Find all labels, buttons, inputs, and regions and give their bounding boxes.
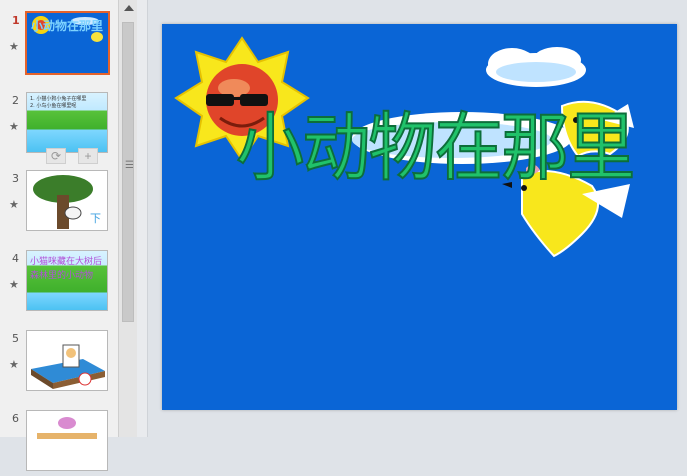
slide-number: 2 (12, 94, 19, 107)
thumbnail-label: 下 (90, 212, 101, 225)
slide-thumbnail-row-4[interactable]: 4 ★ 小猫咪藏在大树后 森林里的小动物 (0, 250, 118, 316)
slide-thumbnail-pane: 1 ★ 小动物在那里 2 ★ 1. 小猫小狗小兔子在哪里 2. 小鸟小鱼在哪里呢… (0, 0, 118, 471)
star-icon[interactable]: ★ (9, 42, 19, 53)
slide-title[interactable]: 小动物在那里 (235, 88, 636, 208)
animal-icon (37, 417, 97, 439)
slide-thumbnail[interactable] (26, 410, 108, 471)
slide-thumbnail[interactable]: 小动物在那里 (25, 11, 110, 75)
scrollbar-thumb[interactable]: ☰ (122, 22, 134, 322)
scroll-up-icon[interactable] (124, 5, 134, 11)
slide-number: 4 (12, 252, 19, 265)
copy-icon[interactable]: ⟳ (46, 148, 66, 164)
slide-artwork (174, 36, 634, 258)
star-icon[interactable]: ★ (9, 122, 19, 133)
pane-splitter[interactable] (137, 0, 148, 437)
thumbnail-text-line: 2. 小鸟小鱼在哪里呢 (30, 103, 77, 109)
slide-number: 1 (12, 14, 20, 27)
thumbnail-text-line: 小猫咪藏在大树后 (30, 257, 103, 267)
slide-canvas[interactable]: 小动物在那里 (162, 24, 677, 410)
slide-thumbnail[interactable]: 下 (26, 170, 108, 231)
slide-number: 3 (12, 172, 19, 185)
slide-thumbnail[interactable]: 小猫咪藏在大树后 森林里的小动物 (26, 250, 108, 311)
slide-thumbnail[interactable] (26, 330, 108, 391)
cloud-icon (486, 47, 586, 87)
thumbnail-scrollbar[interactable]: ☰ (118, 0, 138, 437)
bed-icon (31, 344, 105, 389)
slide-thumbnail-row-3[interactable]: 3 ★ 下 (0, 170, 118, 236)
star-icon[interactable]: ★ (9, 280, 19, 291)
slide-number: 6 (12, 412, 19, 425)
add-icon[interactable]: + (78, 148, 98, 164)
thumbnail-title: 小动物在那里 (31, 19, 104, 33)
slide-thumbnail-row-1[interactable]: 1 ★ 小动物在那里 (0, 11, 118, 78)
slide-thumbnail-row-2[interactable]: 2 ★ 1. 小猫小狗小兔子在哪里 2. 小鸟小鱼在哪里呢 ⟳ + (0, 92, 118, 164)
star-icon[interactable]: ★ (9, 360, 19, 371)
slide-thumbnail[interactable]: 1. 小猫小狗小兔子在哪里 2. 小鸟小鱼在哪里呢 (26, 92, 108, 153)
star-icon[interactable]: ★ (9, 200, 19, 211)
thumbnail-text-line: 森林里的小动物 (30, 271, 94, 281)
slide-thumbnail-row-6[interactable]: 6 (0, 410, 118, 476)
grip-icon: ☰ (125, 160, 134, 171)
slide-number: 5 (12, 332, 19, 345)
slide-thumbnail-row-5[interactable]: 5 ★ (0, 330, 118, 396)
thumbnail-text-line: 1. 小猫小狗小兔子在哪里 (30, 96, 87, 102)
